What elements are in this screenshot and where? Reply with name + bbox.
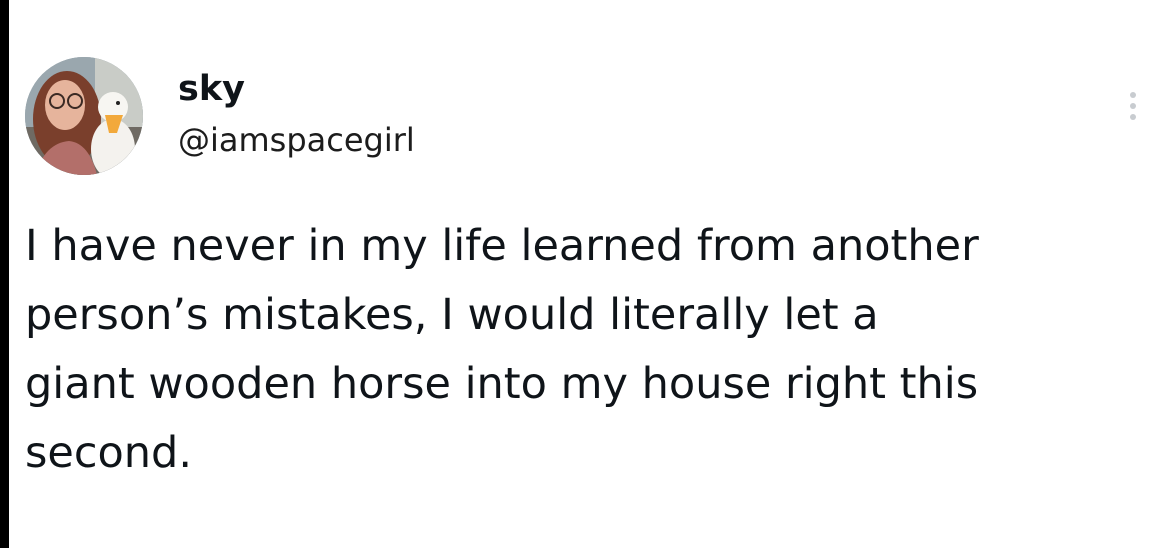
more-options-button[interactable] — [1118, 84, 1148, 128]
author-identity: sky @iamspacegirl — [178, 68, 415, 160]
ellipsis-vertical-icon — [1130, 114, 1136, 120]
tweet-text-line: second. — [25, 428, 193, 478]
avatar-image — [25, 57, 143, 175]
author-display-name[interactable]: sky — [178, 68, 415, 110]
tweet-text-line: I have never in my life learned from ano… — [25, 221, 979, 271]
tweet-card: sky @iamspacegirl I have never in my lif… — [0, 0, 1170, 548]
tweet-text: I have never in my life learned from ano… — [25, 212, 1150, 488]
ellipsis-vertical-icon — [1130, 92, 1136, 98]
tweet-text-line: person’s mistakes, I would literally let… — [25, 290, 879, 340]
ellipsis-vertical-icon — [1130, 103, 1136, 109]
tweet-text-line: giant wooden horse into my house right t… — [25, 359, 979, 409]
author-handle[interactable]: @iamspacegirl — [178, 120, 415, 160]
avatar[interactable] — [25, 57, 143, 175]
